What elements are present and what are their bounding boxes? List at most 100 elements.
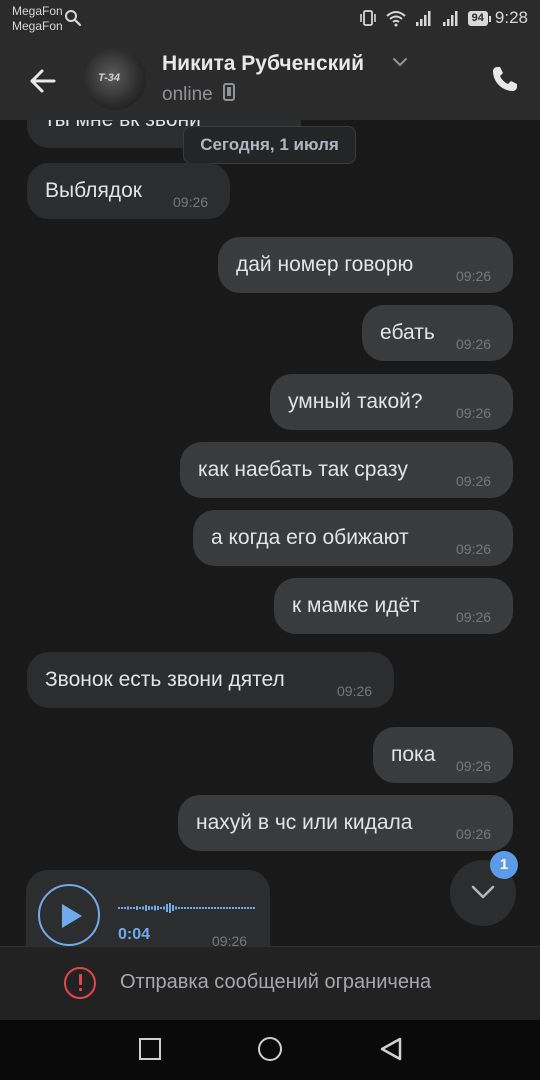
voice-duration: 0:04 bbox=[118, 926, 151, 943]
waveform-bar bbox=[205, 907, 207, 909]
message-time: 09:26 bbox=[456, 609, 492, 625]
waveform-bar bbox=[169, 903, 171, 913]
home-icon[interactable] bbox=[258, 1037, 282, 1061]
waveform-bar bbox=[202, 907, 204, 909]
vibrate-icon bbox=[359, 10, 376, 26]
waveform-bar bbox=[172, 905, 174, 911]
message-text: дай номер говорю bbox=[236, 253, 414, 276]
play-button[interactable] bbox=[38, 884, 100, 946]
waveform-bar bbox=[151, 906, 153, 910]
waveform-bar bbox=[175, 906, 177, 910]
message-text: а когда его обижают bbox=[211, 526, 409, 549]
message-text: пока bbox=[391, 743, 436, 766]
waveform-bar bbox=[226, 907, 228, 909]
recent-apps-icon[interactable] bbox=[139, 1038, 161, 1060]
chevron-down-icon[interactable] bbox=[392, 56, 408, 68]
message-time: 09:26 bbox=[456, 473, 492, 489]
clock: 9:28 bbox=[494, 8, 528, 27]
waveform-bar bbox=[160, 907, 162, 909]
waveform-bar bbox=[142, 906, 144, 910]
message-text: к мамке идёт bbox=[292, 594, 420, 617]
waveform-bar bbox=[235, 907, 237, 909]
avatar-label: T-34 bbox=[98, 72, 121, 84]
waveform-bar bbox=[136, 906, 138, 910]
message-bubble-outgoing[interactable]: дай номер говорю 09:26 bbox=[218, 237, 513, 293]
carrier-label: MegaFon bbox=[12, 19, 63, 33]
waveform-bar bbox=[124, 907, 126, 909]
waveform-bar bbox=[178, 907, 180, 909]
arrow-left-icon[interactable] bbox=[26, 64, 60, 98]
status-icons: 94 9:28 bbox=[358, 8, 528, 28]
message-bubble-outgoing[interactable]: как наебать так сразу 09:26 bbox=[180, 442, 513, 498]
message-bubble-outgoing[interactable]: а когда его обижают 09:26 bbox=[193, 510, 513, 566]
waveform-bar bbox=[196, 907, 198, 909]
waveform-bar bbox=[199, 907, 201, 909]
message-time: 09:26 bbox=[456, 268, 492, 284]
phone-icon[interactable] bbox=[488, 62, 522, 96]
chevron-down-icon bbox=[471, 885, 495, 899]
waveform-bar bbox=[187, 907, 189, 909]
mobile-device-icon bbox=[223, 83, 235, 101]
message-text: ебать bbox=[380, 321, 435, 344]
date-separator: Сегодня, 1 июля bbox=[183, 126, 356, 164]
message-bubble-incoming[interactable]: Выблядок 09:26 bbox=[27, 163, 230, 219]
waveform-bar bbox=[211, 907, 213, 909]
carrier-labels: MegaFon MegaFon bbox=[12, 4, 63, 34]
waveform-bar bbox=[250, 907, 252, 909]
message-bubble-outgoing[interactable]: нахуй в чс или кидала 09:26 bbox=[178, 795, 513, 851]
back-triangle-icon[interactable] bbox=[378, 1036, 404, 1062]
avatar[interactable]: T-34 bbox=[84, 48, 146, 110]
message-text: Выблядок bbox=[45, 179, 142, 202]
message-time: 09:26 bbox=[456, 826, 492, 842]
message-time: 09:26 bbox=[337, 683, 373, 699]
signal-icon bbox=[442, 11, 458, 26]
waveform-bar bbox=[193, 907, 195, 909]
waveform-bar bbox=[244, 907, 246, 909]
signal-icon bbox=[415, 11, 431, 26]
status-bar: MegaFon MegaFon 94 9:28 bbox=[0, 0, 540, 40]
message-bubble-outgoing[interactable]: ебать 09:26 bbox=[362, 305, 513, 361]
waveform-bar bbox=[223, 907, 225, 909]
waveform-bar bbox=[229, 907, 231, 909]
waveform-bar bbox=[232, 907, 234, 909]
waveform-bar bbox=[118, 907, 120, 909]
message-text: Звонок есть звони дятел bbox=[45, 668, 285, 691]
waveform-bar bbox=[133, 907, 135, 909]
waveform-bar bbox=[154, 905, 156, 911]
audio-waveform[interactable] bbox=[118, 900, 258, 916]
message-text: ты мне вк звони bbox=[45, 120, 201, 148]
waveform-bar bbox=[238, 907, 240, 909]
message-bubble-outgoing[interactable]: к мамке идёт 09:26 bbox=[274, 578, 513, 634]
exclamation-circle-icon bbox=[64, 967, 96, 999]
message-time: 09:26 bbox=[456, 541, 492, 557]
waveform-bar bbox=[127, 906, 129, 910]
message-list[interactable]: ты мне вк звони Сегодня, 1 июля Выблядок… bbox=[0, 120, 540, 946]
message-bubble-outgoing[interactable]: пока 09:26 bbox=[373, 727, 513, 783]
waveform-bar bbox=[217, 907, 219, 909]
waveform-bar bbox=[181, 907, 183, 909]
message-text: как наебать так сразу bbox=[198, 458, 408, 481]
message-bubble-incoming[interactable]: Звонок есть звони дятел 09:26 bbox=[27, 652, 394, 708]
message-time: 09:26 bbox=[173, 194, 209, 210]
waveform-bar bbox=[166, 904, 168, 912]
waveform-bar bbox=[184, 907, 186, 909]
battery-indicator: 94 bbox=[467, 10, 492, 26]
waveform-bar bbox=[139, 907, 141, 909]
composer-restricted-banner: Отправка сообщений ограничена bbox=[0, 946, 540, 1020]
play-icon bbox=[62, 904, 82, 928]
restricted-message: Отправка сообщений ограничена bbox=[120, 971, 432, 993]
contact-name[interactable]: Никита Рубченский bbox=[162, 52, 364, 76]
message-time: 09:26 bbox=[456, 758, 492, 774]
waveform-bar bbox=[241, 907, 243, 909]
unread-count-badge: 1 bbox=[490, 851, 518, 879]
waveform-bar bbox=[190, 907, 192, 909]
waveform-bar bbox=[145, 905, 147, 911]
voice-message[interactable]: 0:04 09:26 bbox=[26, 870, 270, 946]
message-bubble-outgoing[interactable]: умный такой? 09:26 bbox=[270, 374, 513, 430]
waveform-bar bbox=[253, 907, 255, 909]
waveform-bar bbox=[220, 907, 222, 909]
waveform-bar bbox=[214, 907, 216, 909]
contact-status: online bbox=[162, 82, 236, 106]
wifi-icon bbox=[385, 11, 406, 27]
message-time: 09:26 bbox=[212, 933, 248, 946]
